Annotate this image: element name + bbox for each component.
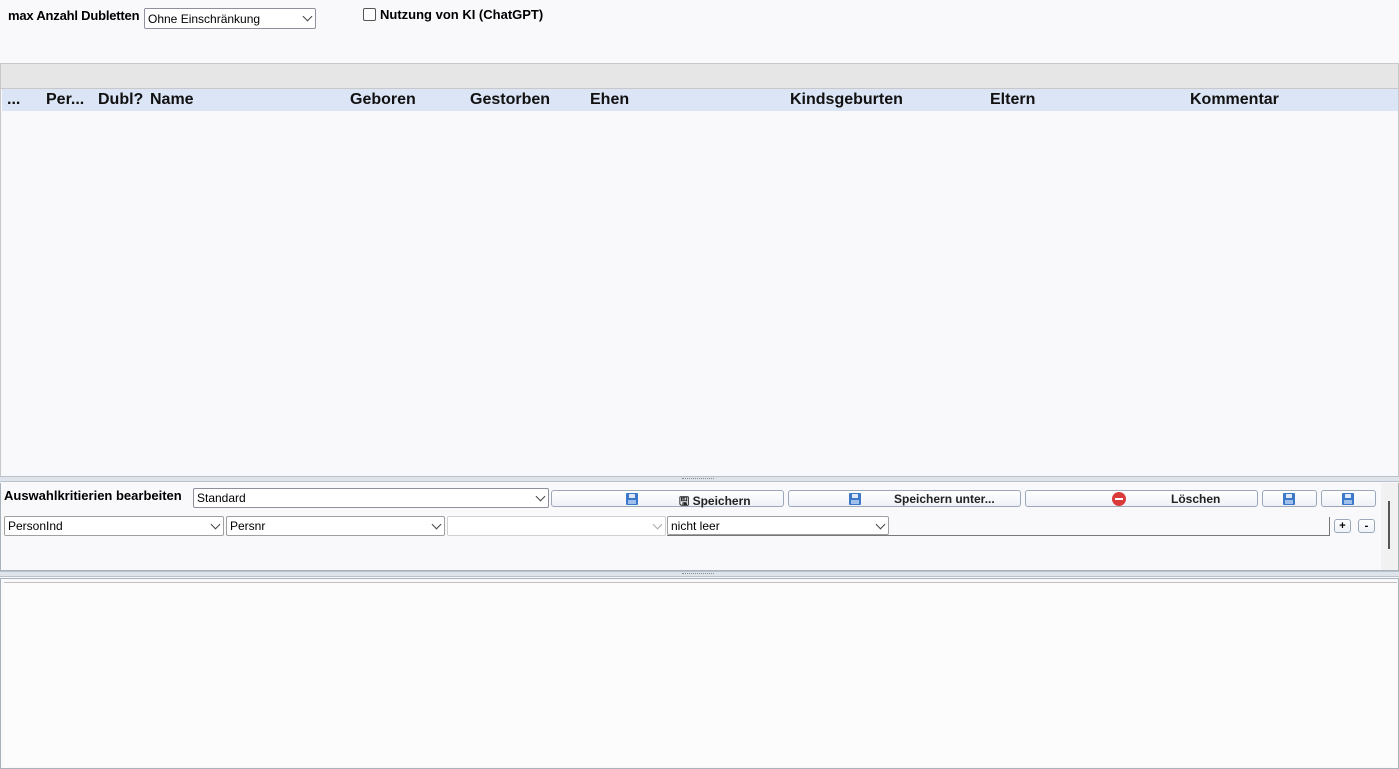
detail-content xyxy=(4,582,1397,767)
criteria-value-border xyxy=(1329,517,1330,536)
criteria-field-select-1[interactable]: PersonInd xyxy=(4,516,224,536)
ki-checkbox[interactable] xyxy=(363,8,376,21)
ki-label: Nutzung von KI (ChatGPT) xyxy=(380,7,544,22)
criteria-value-input[interactable] xyxy=(667,535,1330,536)
criteria-label: Auswahlkritierien bearbeiten xyxy=(4,488,182,503)
no-entry-icon xyxy=(1112,492,1126,506)
floppy-disk-list-icon xyxy=(849,493,861,505)
col-header-parents[interactable]: Eltern xyxy=(990,91,1035,109)
criteria-field-select-3[interactable] xyxy=(447,516,666,536)
col-header-childbirths[interactable]: Kindsgeburten xyxy=(790,91,903,109)
detail-panel xyxy=(0,578,1399,769)
scrollbar-thumb[interactable] xyxy=(1388,501,1390,549)
criteria-condition-select[interactable]: nicht leer xyxy=(667,516,889,535)
col-header-menu[interactable]: ... xyxy=(7,91,20,109)
max-duplicates-value: Ohne Einschränkung xyxy=(148,12,261,26)
top-toolbar: max Anzahl Dubletten Ohne Einschränkung … xyxy=(0,0,1399,63)
save-small-button-1[interactable] xyxy=(1262,490,1317,507)
floppy-disk-icon xyxy=(626,493,638,505)
col-header-name[interactable]: Name xyxy=(150,91,194,109)
chevron-down-icon xyxy=(431,519,442,530)
floppy-disk-icon xyxy=(1283,493,1295,505)
criteria-panel: Auswahlkritierien bearbeiten Standard 🖫 … xyxy=(0,483,1399,571)
remove-criteria-button[interactable]: - xyxy=(1358,519,1375,533)
add-criteria-button[interactable]: + xyxy=(1334,519,1351,533)
chevron-down-icon xyxy=(875,519,886,530)
col-header-comment[interactable]: Kommentar xyxy=(1190,91,1279,109)
splitter-grip xyxy=(682,573,714,575)
col-header-died[interactable]: Gestorben xyxy=(470,91,550,109)
chevron-down-icon xyxy=(652,519,663,530)
splitter-grip xyxy=(682,478,714,480)
col-header-person[interactable]: Per... xyxy=(46,91,84,109)
col-header-duplicate[interactable]: Dubl? xyxy=(98,91,143,109)
save-as-button[interactable]: Speichern unter... xyxy=(788,490,1021,507)
splitter-bottom[interactable] xyxy=(0,571,1399,577)
max-duplicates-select[interactable]: Ohne Einschränkung xyxy=(144,8,316,29)
criteria-scrollbar[interactable] xyxy=(1381,483,1398,570)
delete-button-label: Löschen xyxy=(1171,492,1221,506)
criteria-field-2-value: Persnr xyxy=(230,519,266,533)
chevron-down-icon xyxy=(535,491,546,502)
criteria-profile-value: Standard xyxy=(197,491,246,505)
save-as-button-label: Speichern unter... xyxy=(894,492,995,506)
criteria-condition-value: nicht leer xyxy=(671,519,720,533)
delete-button[interactable]: Löschen xyxy=(1025,490,1258,507)
col-header-marriages[interactable]: Ehen xyxy=(590,91,629,109)
grid-group-bar xyxy=(0,63,1399,89)
save-button[interactable]: 🖫 Speichern xyxy=(551,490,784,508)
criteria-profile-select[interactable]: Standard xyxy=(193,488,549,508)
floppy-disk-icon xyxy=(1342,493,1354,505)
max-duplicates-label: max Anzahl Dubletten xyxy=(8,8,140,23)
criteria-field-select-2[interactable]: Persnr xyxy=(226,516,445,536)
chevron-down-icon xyxy=(302,11,313,22)
save-button-label: 🖫 Speichern xyxy=(679,494,751,508)
splitter-top[interactable] xyxy=(0,476,1399,482)
chevron-down-icon xyxy=(210,519,221,530)
save-small-button-2[interactable] xyxy=(1321,490,1376,507)
criteria-field-1-value: PersonInd xyxy=(8,519,63,533)
grid-header: ... Per... Dubl? Name Geboren Gestorben … xyxy=(2,89,1398,111)
col-header-born[interactable]: Geboren xyxy=(350,91,416,109)
duplicates-grid: ... Per... Dubl? Name Geboren Gestorben … xyxy=(0,89,1399,476)
